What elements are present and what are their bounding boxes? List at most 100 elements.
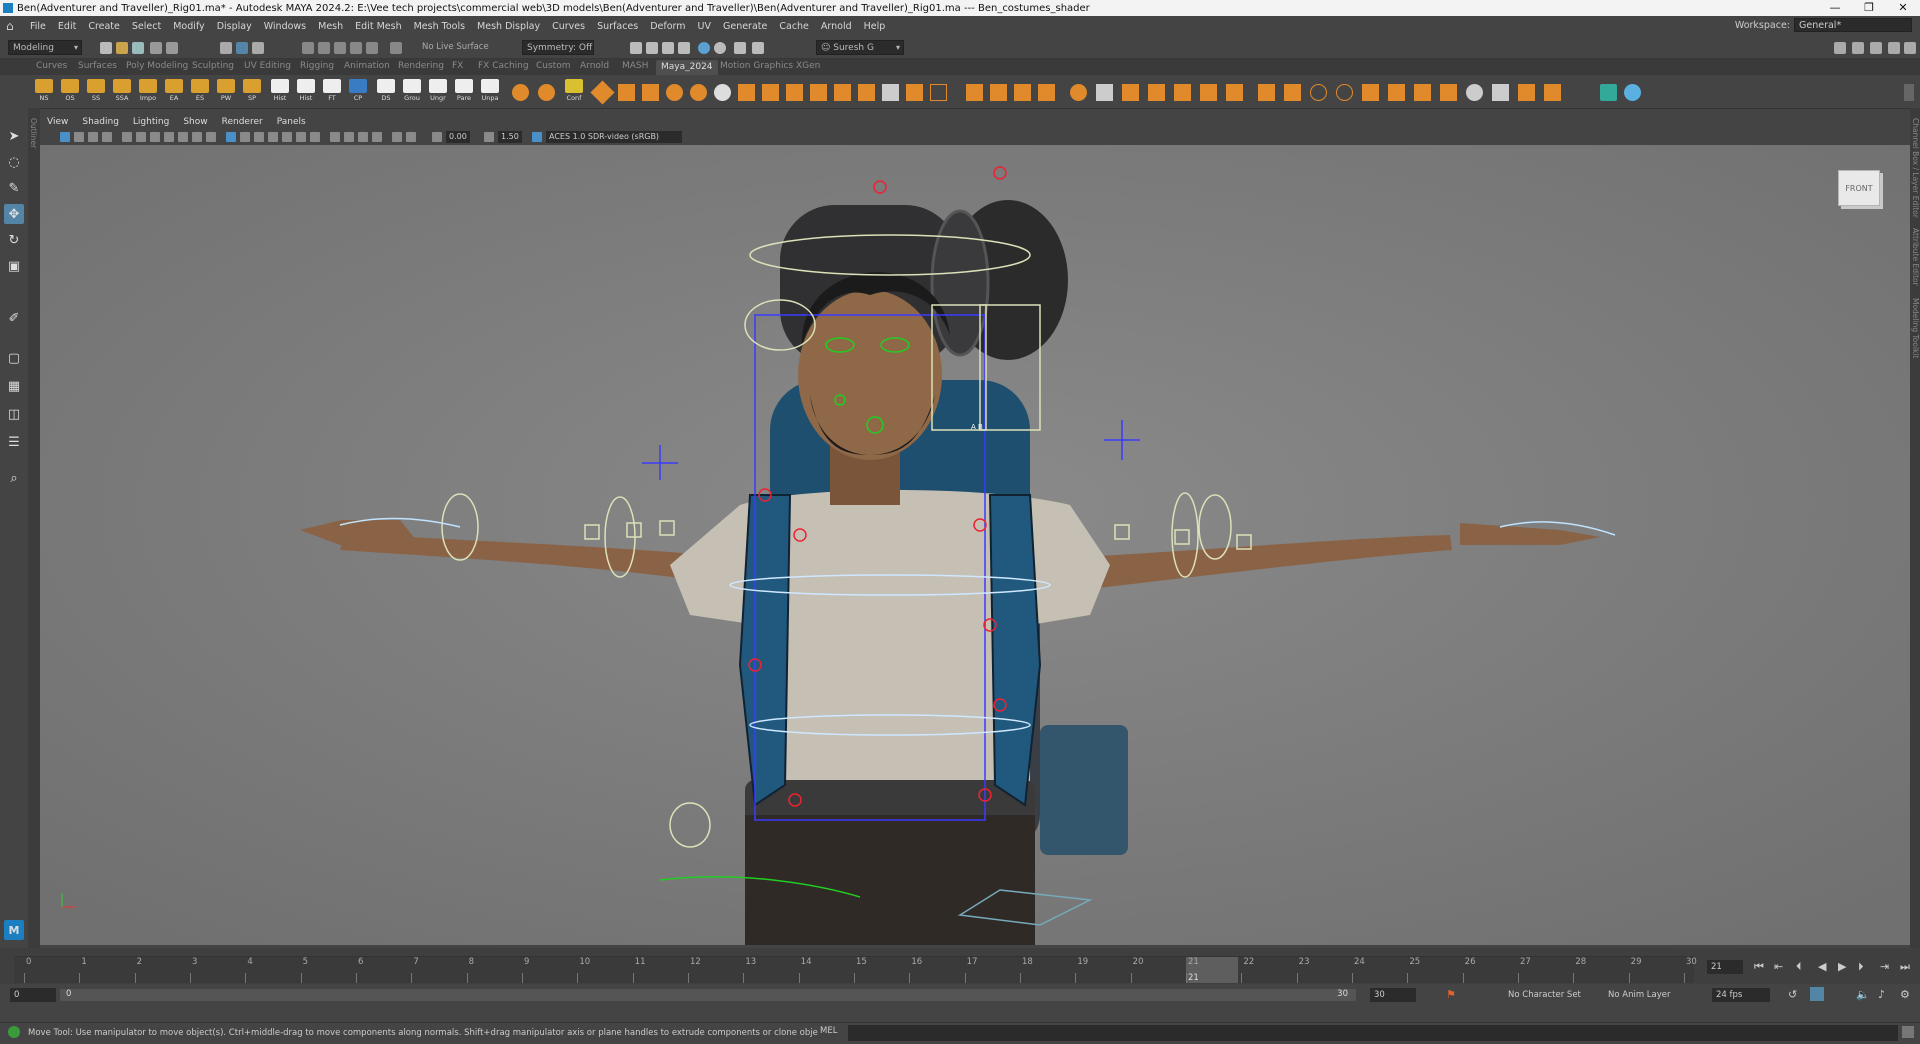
animation-start-field[interactable]: 0	[10, 988, 56, 1002]
paint-select-icon[interactable]: ✎	[4, 178, 24, 198]
textured-icon[interactable]	[268, 132, 278, 142]
scale-tool-icon[interactable]: ▣	[4, 256, 24, 276]
anim-layer-dropdown[interactable]: No Anim Layer	[1608, 990, 1671, 1000]
shelf-button-conf[interactable]: Conf	[562, 79, 586, 105]
menu-surfaces[interactable]: Surfaces	[591, 21, 644, 32]
shelf-tab-custom[interactable]: Custom	[536, 61, 570, 71]
lasso-tool-icon[interactable]: ◌	[4, 152, 24, 172]
shelf-button-ea[interactable]: EA	[162, 79, 186, 105]
panel-menu-lighting[interactable]: Lighting	[126, 117, 176, 127]
shelf-button-cp[interactable]: CP	[346, 79, 370, 105]
extract-icon[interactable]	[1518, 84, 1535, 101]
boolean-icon[interactable]	[930, 84, 947, 101]
minimize-button[interactable]: —	[1818, 0, 1852, 16]
modeling-toolkit-tab-label[interactable]: Modeling Toolkit	[1911, 298, 1920, 358]
new-scene-icon[interactable]	[100, 42, 112, 54]
menu-cache[interactable]: Cache	[773, 21, 815, 32]
shelf-tab-maya-2024[interactable]: Maya_2024	[656, 60, 718, 75]
exposure-icon[interactable]	[432, 132, 442, 142]
menu-display[interactable]: Display	[211, 21, 258, 32]
render-settings-icon[interactable]	[678, 42, 690, 54]
maya-logo-icon[interactable]: M	[4, 920, 24, 940]
layout-two-icon[interactable]: ◫	[4, 404, 24, 424]
menu-windows[interactable]: Windows	[258, 21, 312, 32]
shelf-button-os[interactable]: OS	[58, 79, 82, 105]
motion-blur-icon[interactable]	[372, 132, 382, 142]
panel-menu-show[interactable]: Show	[176, 117, 214, 127]
shelf-tab-animation[interactable]: Animation	[344, 61, 390, 71]
loop-icon[interactable]: ↺	[1788, 988, 1797, 1001]
menu-file[interactable]: File	[24, 21, 52, 32]
gear-icon[interactable]	[1226, 84, 1243, 101]
sphere-tool-icon[interactable]	[714, 84, 731, 101]
depth-of-field-icon[interactable]	[406, 132, 416, 142]
arnold-render-icon[interactable]	[714, 42, 726, 54]
menu-deform[interactable]: Deform	[644, 21, 691, 32]
layout-single-icon[interactable]: ▢	[4, 348, 24, 368]
soccer-ball-icon[interactable]	[1070, 84, 1087, 101]
menu-edit-mesh[interactable]: Edit Mesh	[349, 21, 407, 32]
step-forward-frame-icon[interactable]: ⏵	[1858, 960, 1864, 974]
panel-menu-renderer[interactable]: Renderer	[215, 117, 270, 127]
pause-icon[interactable]	[752, 42, 764, 54]
step-back-key-icon[interactable]: ⇤	[1774, 960, 1783, 973]
cube-icon[interactable]	[858, 84, 875, 101]
menu-mesh-tools[interactable]: Mesh Tools	[408, 21, 471, 32]
home-icon[interactable]: ⌂	[6, 20, 20, 32]
gamma-icon[interactable]	[484, 132, 494, 142]
ambient-occlusion-icon[interactable]	[358, 132, 368, 142]
merge-icon[interactable]	[1414, 84, 1431, 101]
torus-icon[interactable]	[1038, 84, 1055, 101]
shelf-button-ds[interactable]: DS	[374, 79, 398, 105]
sphere-tool-icon[interactable]	[512, 84, 529, 101]
shelf-button-es[interactable]: ES	[188, 79, 212, 105]
plane-icon[interactable]	[834, 84, 851, 101]
shelf-tab-curves[interactable]: Curves	[36, 61, 67, 71]
shelf-button-grou[interactable]: Grou	[400, 79, 424, 105]
channel-box-tab-label[interactable]: Channel Box / Layer Editor	[1911, 118, 1920, 218]
attribute-editor-icon[interactable]	[1870, 42, 1882, 54]
shelf-button-pw[interactable]: PW	[214, 79, 238, 105]
snap-together-icon[interactable]	[390, 42, 402, 54]
smooth-icon[interactable]	[906, 84, 923, 101]
step-back-frame-icon[interactable]: ⏴	[1796, 960, 1802, 974]
shelf-button-ns[interactable]: NS	[32, 79, 56, 105]
menu-select[interactable]: Select	[126, 21, 167, 32]
menu-mesh[interactable]: Mesh	[312, 21, 349, 32]
lights-icon[interactable]	[282, 132, 292, 142]
cylinder-icon[interactable]	[990, 84, 1007, 101]
viewport-3d[interactable]: A B FRONT	[40, 145, 1910, 945]
select-object-icon[interactable]	[236, 42, 248, 54]
arnold-view-icon[interactable]	[734, 42, 746, 54]
field-chart-icon[interactable]	[206, 132, 216, 142]
command-line-input[interactable]	[848, 1025, 1898, 1041]
animation-end-field[interactable]: 30	[1370, 988, 1416, 1002]
shelf-button-ss[interactable]: SS	[84, 79, 108, 105]
preferences-icon[interactable]: ⚙	[1900, 988, 1910, 1001]
time-slider[interactable]: 21 0 1 2 3 4 5 6 7 8 9 10 11 12 13 14 15 16 17 18 19 20 21 22 2…	[0, 948, 1920, 984]
render-frame-icon[interactable]	[630, 42, 642, 54]
shelf-scroll-icon[interactable]	[1904, 84, 1914, 101]
move-tool-icon[interactable]: ✥	[4, 204, 24, 224]
crease-icon[interactable]	[1492, 84, 1509, 101]
menu-edit[interactable]: Edit	[52, 21, 82, 32]
sphere-tool-icon[interactable]	[690, 84, 707, 101]
snap-grid-icon[interactable]	[302, 42, 314, 54]
redo-icon[interactable]	[166, 42, 178, 54]
xray-icon[interactable]	[310, 132, 320, 142]
sound-icon[interactable]: 🔈	[1856, 988, 1870, 1001]
hypershade-icon[interactable]	[698, 42, 710, 54]
layout-outliner-icon[interactable]: ☰	[4, 432, 24, 452]
cone-icon[interactable]	[1014, 84, 1031, 101]
channel-box-icon[interactable]	[1852, 42, 1864, 54]
shelf-tab-rigging[interactable]: Rigging	[300, 61, 334, 71]
auto-key-icon[interactable]: ⚑	[1446, 988, 1456, 1001]
key-ticks-icon[interactable]	[1810, 987, 1824, 1001]
viewcube[interactable]: FRONT	[1838, 170, 1880, 206]
search-icon[interactable]: ⌕	[4, 468, 24, 488]
outliner-strip[interactable]: Outliner	[28, 108, 40, 948]
character-set-dropdown[interactable]: No Character Set	[1508, 990, 1581, 1000]
bridge-icon[interactable]	[762, 84, 779, 101]
grid-toggle-icon[interactable]	[150, 132, 160, 142]
prism-icon[interactable]	[1200, 84, 1217, 101]
